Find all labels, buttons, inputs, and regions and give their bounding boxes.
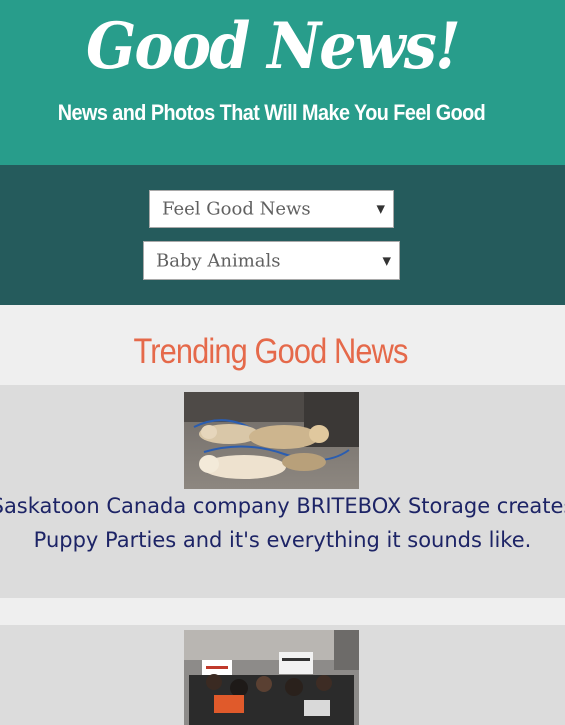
category-select[interactable]: Feel Good News ▼: [149, 190, 394, 228]
trending-title: Trending Good News: [133, 332, 408, 371]
article-thumbnail[interactable]: [184, 630, 359, 725]
site-tagline: News and Photos That Will Make You Feel …: [57, 100, 486, 125]
category-nav: Feel Good News ▼ Baby Animals ▼: [0, 165, 565, 305]
chevron-down-icon: ▼: [382, 254, 391, 267]
chevron-down-icon: ▼: [376, 202, 385, 216]
category-select-value: Feel Good News: [162, 198, 311, 220]
topic-select-value: Baby Animals: [156, 250, 281, 271]
article-card[interactable]: Saskatoon Canada company BRITEBOX Storag…: [0, 385, 565, 598]
article-card[interactable]: [0, 625, 565, 725]
site-header: Good News! News and Photos That Will Mak…: [0, 0, 565, 165]
puppies-photo-icon: [184, 392, 359, 489]
article-thumbnail[interactable]: [184, 392, 359, 489]
topic-select[interactable]: Baby Animals ▼: [143, 241, 400, 280]
article-headline-link[interactable]: Saskatoon Canada company BRITEBOX Storag…: [0, 489, 565, 557]
site-logo[interactable]: Good News!: [22, 2, 523, 92]
protest-photo-icon: [184, 630, 359, 725]
